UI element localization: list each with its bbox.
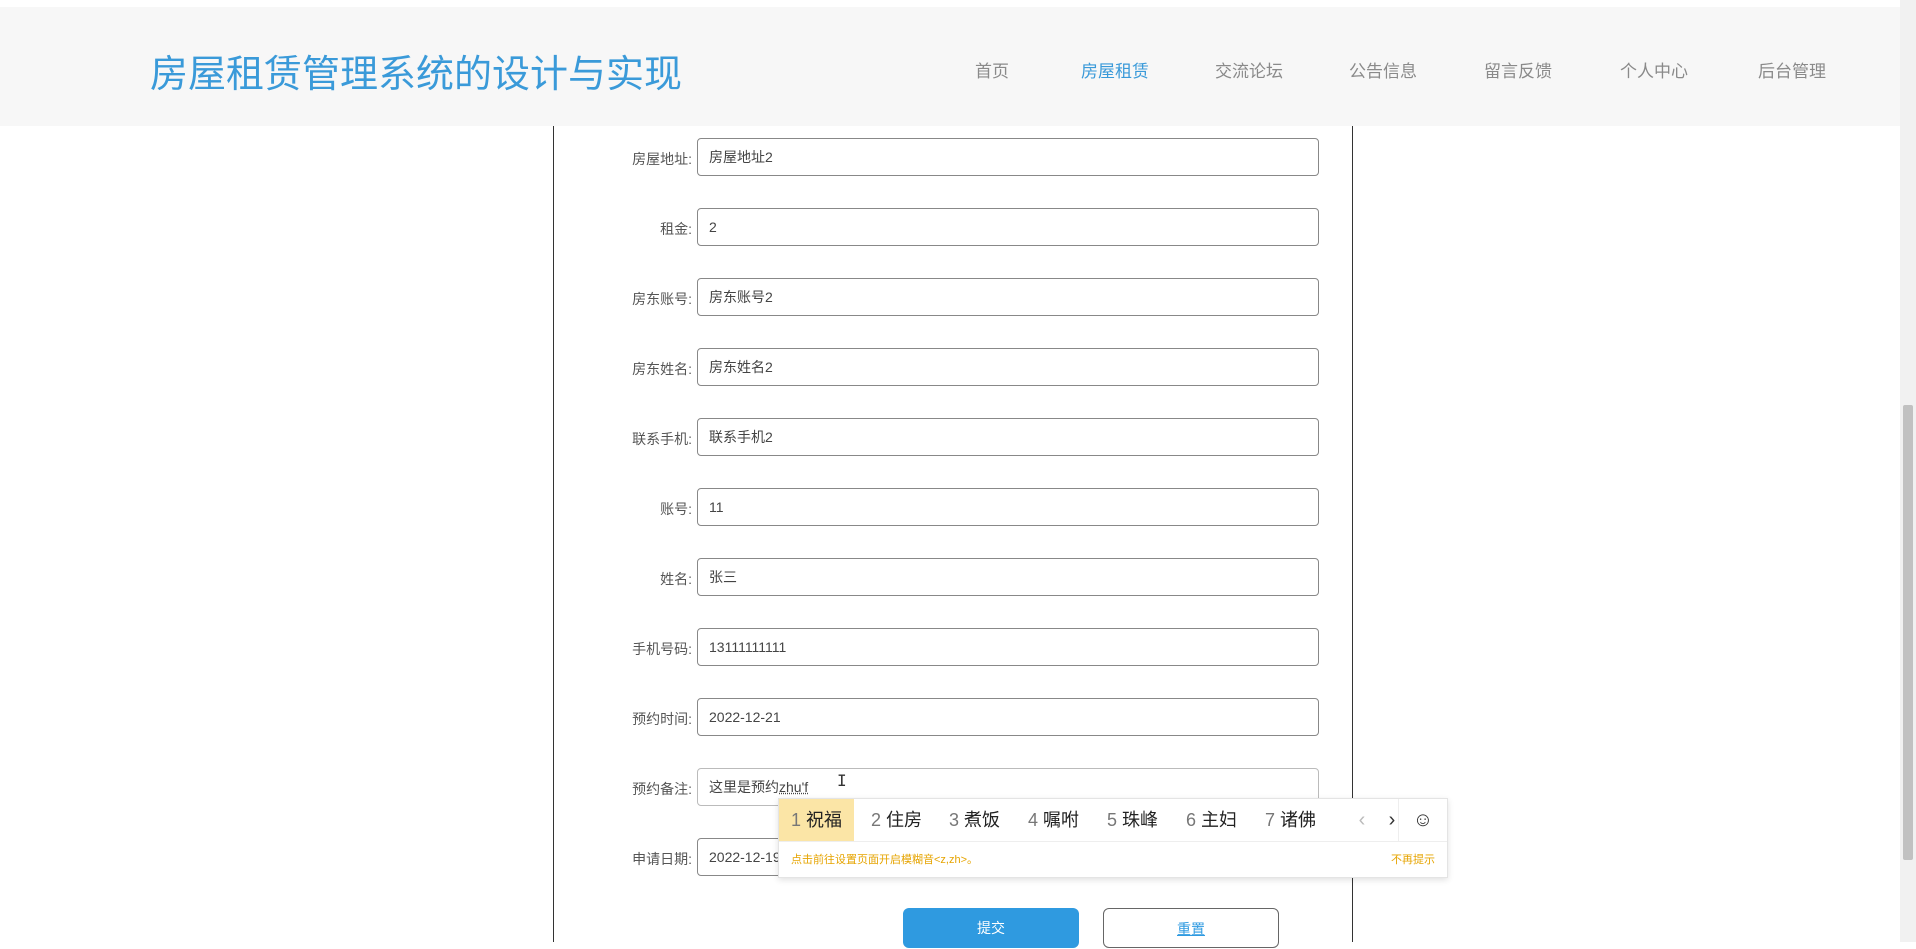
landlord-name-input[interactable] <box>697 348 1319 386</box>
nav-feedback[interactable]: 留言反馈 <box>1484 57 1552 82</box>
ime-candidate-4[interactable]: 4 嘱咐 <box>1028 799 1079 841</box>
form-row-rent: 租金: <box>554 208 1352 248</box>
field-label: 联系手机: <box>632 431 692 447</box>
account-input[interactable] <box>697 488 1319 526</box>
scrollbar-thumb[interactable] <box>1903 405 1913 860</box>
nav-forum[interactable]: 交流论坛 <box>1215 57 1283 82</box>
top-strip <box>0 0 1916 7</box>
address-input[interactable] <box>697 138 1319 176</box>
field-label: 房东姓名: <box>632 361 692 377</box>
form-row-landlord-account: 房东账号: <box>554 278 1352 318</box>
text-cursor-icon: I <box>837 771 847 790</box>
field-label: 预约备注: <box>632 781 692 797</box>
nav-admin[interactable]: 后台管理 <box>1758 57 1826 82</box>
field-label: 申请日期: <box>632 851 692 867</box>
field-label: 房东账号: <box>632 291 692 307</box>
remark-composing-text: zhu'f <box>779 779 809 795</box>
ime-candidate-2[interactable]: 2 住房 <box>871 799 922 841</box>
form-row-booking-time: 预约时间: <box>554 698 1352 738</box>
form-row-name: 姓名: <box>554 558 1352 598</box>
nav-house-rental[interactable]: 房屋租赁 <box>1081 57 1149 82</box>
form-row-account: 账号: <box>554 488 1352 528</box>
rent-input[interactable] <box>697 208 1319 246</box>
chevron-left-icon[interactable]: ‹ <box>1347 799 1377 841</box>
contact-phone-input[interactable] <box>697 418 1319 456</box>
ime-candidate-3[interactable]: 3 煮饭 <box>949 799 1000 841</box>
mobile-input[interactable] <box>697 628 1319 666</box>
nav-personal-center[interactable]: 个人中心 <box>1620 57 1688 82</box>
ime-candidate-bar: 1 祝福 2 住房 3 煮饭 4 嘱咐 5 珠峰 6 主妇 7 诸佛 ‹ › ☺ <box>779 799 1447 842</box>
smiley-icon[interactable]: ☺ <box>1398 799 1447 841</box>
nav-announcements[interactable]: 公告信息 <box>1349 57 1417 82</box>
landlord-account-input[interactable] <box>697 278 1319 316</box>
ime-candidate-1[interactable]: 1 祝福 <box>779 799 855 841</box>
ime-candidate-5[interactable]: 5 珠峰 <box>1107 799 1158 841</box>
ime-candidate-window: 1 祝福 2 住房 3 煮饭 4 嘱咐 5 珠峰 6 主妇 7 诸佛 ‹ › ☺ 点击前往设置… <box>778 798 1448 878</box>
submit-button[interactable]: 提交 <box>903 908 1079 948</box>
form-row-address: 房屋地址: <box>554 138 1352 178</box>
main-nav: 首页 房屋租赁 交流论坛 公告信息 留言反馈 个人中心 后台管理 <box>0 57 1900 87</box>
nav-home[interactable]: 首页 <box>975 57 1009 82</box>
form-row-landlord-name: 房东姓名: <box>554 348 1352 388</box>
field-label: 手机号码: <box>632 641 692 657</box>
ime-candidate-6[interactable]: 6 主妇 <box>1186 799 1237 841</box>
ime-dismiss-link[interactable]: 不再提示 <box>1391 851 1435 867</box>
remark-committed-text: 这里是预约 <box>709 779 779 795</box>
field-label: 房屋地址: <box>632 151 692 167</box>
field-label: 账号: <box>660 501 692 517</box>
name-input[interactable] <box>697 558 1319 596</box>
ime-tip-text[interactable]: 点击前往设置页面开启模糊音<z,zh>。 <box>791 851 978 867</box>
ime-candidate-7[interactable]: 7 诸佛 <box>1265 799 1316 841</box>
field-label: 预约时间: <box>632 711 692 727</box>
field-label: 姓名: <box>660 571 692 587</box>
reset-button[interactable]: 重置 <box>1103 908 1279 948</box>
form-row-contact-phone: 联系手机: <box>554 418 1352 458</box>
form-row-mobile: 手机号码: <box>554 628 1352 668</box>
booking-time-input[interactable] <box>697 698 1319 736</box>
field-label: 租金: <box>660 221 692 237</box>
site-header: 房屋租赁管理系统的设计与实现 首页 房屋租赁 交流论坛 公告信息 留言反馈 个人… <box>0 7 1900 126</box>
